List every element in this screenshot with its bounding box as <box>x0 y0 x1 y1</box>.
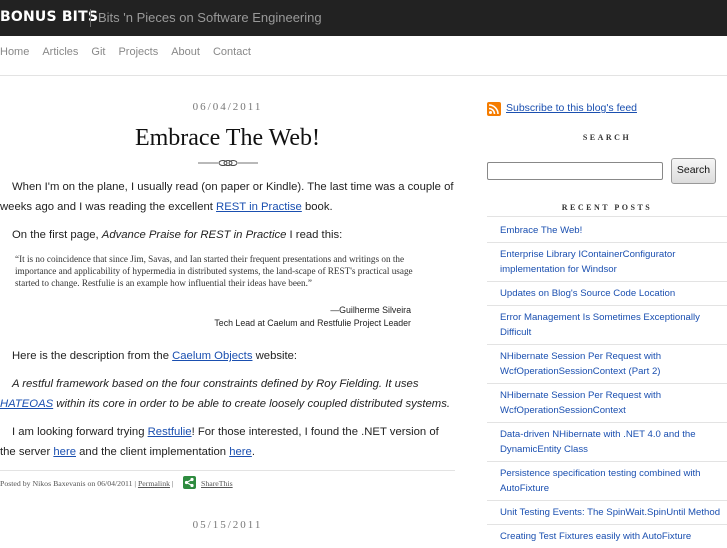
top-bar: BONUS BITS Bits 'n Pieces on Software En… <box>0 0 727 36</box>
post-meta-text: Posted by Nikos Baxevanis on 06/04/2011 … <box>0 479 138 488</box>
p2-text: On the first page, <box>12 229 102 241</box>
p3-text-end: website: <box>252 350 298 362</box>
recent-post-item[interactable]: NHibernate Session Per Request with WcfO… <box>487 383 727 422</box>
post-paragraph-1: When I'm on the plane, I usually read (o… <box>0 177 455 217</box>
p2-text-end: I read this: <box>286 229 343 241</box>
brand-divider <box>90 9 91 27</box>
nav-home[interactable]: Home <box>0 46 29 58</box>
subscribe-feed-link[interactable]: Subscribe to this blog's feed <box>506 102 637 114</box>
share-icon[interactable] <box>183 476 196 489</box>
post-footer-divider <box>0 470 455 471</box>
p1-text-end: book. <box>301 201 333 213</box>
rss-icon[interactable] <box>487 102 501 116</box>
share-this-link[interactable]: ShareThis <box>201 479 233 488</box>
recent-post-item[interactable]: Persistence specification testing combin… <box>487 461 727 500</box>
quote-author: —Guilherme Silveira <box>330 305 411 315</box>
client-here-link[interactable]: here <box>229 446 252 458</box>
recent-post-item[interactable]: Enterprise Library IContainerConfigurato… <box>487 242 727 281</box>
nav-divider <box>0 75 727 76</box>
caelum-objects-link[interactable]: Caelum Objects <box>172 350 252 362</box>
main-nav: Home Articles Git Projects About Contact <box>0 46 264 58</box>
recent-post-item[interactable]: Creating Test Fixtures easily with AutoF… <box>487 524 727 548</box>
recent-post-item[interactable]: NHibernate Session Per Request with WcfO… <box>487 344 727 383</box>
post-paragraph-5: I am looking forward trying Restfulie! F… <box>0 422 455 462</box>
nav-git[interactable]: Git <box>91 46 105 58</box>
recent-post-item[interactable]: Updates on Blog's Source Code Location <box>487 281 727 305</box>
post-paragraph-3: Here is the description from the Caelum … <box>0 346 455 366</box>
site-tagline: Bits 'n Pieces on Software Engineering <box>98 10 322 25</box>
nav-projects[interactable]: Projects <box>118 46 158 58</box>
p5-text: I am looking forward trying <box>12 426 148 438</box>
post-paragraph-4: A restful framework based on the four co… <box>0 374 455 414</box>
quote-author-role: Tech Lead at Caelum and Restfulie Projec… <box>214 318 411 328</box>
search-heading: SEARCH <box>582 133 632 142</box>
restfulie-link[interactable]: Restfulie <box>148 426 192 438</box>
p5-text-end: . <box>251 446 255 458</box>
praise-quote: “It is no coincidence that since Jim, Sa… <box>15 254 413 288</box>
permalink-link[interactable]: Permalink <box>138 479 170 488</box>
post-title[interactable]: Embrace The Web! <box>0 125 455 152</box>
p4-text: A restful framework based on the four co… <box>12 378 419 390</box>
next-post-date: 05/15/2011 <box>192 519 263 531</box>
ornament-divider-icon <box>198 160 258 166</box>
post-paragraph-2: On the first page, Advance Praise for RE… <box>0 225 455 245</box>
search-input[interactable] <box>487 162 663 180</box>
nav-contact[interactable]: Contact <box>213 46 251 58</box>
recent-post-item[interactable]: Embrace The Web! <box>487 216 727 242</box>
p3-text: Here is the description from the <box>12 350 173 362</box>
recent-posts-heading: RECENT POSTS <box>561 203 653 212</box>
search-button[interactable]: Search <box>671 158 716 184</box>
nav-about[interactable]: About <box>171 46 200 58</box>
server-here-link[interactable]: here <box>53 446 76 458</box>
p2-emphasis: Advance Praise for REST in Practice <box>101 229 287 241</box>
p4-text-end: within its core in order to be able to c… <box>53 398 451 410</box>
recent-post-item[interactable]: Unit Testing Events: The SpinWait.SpinUn… <box>487 500 727 524</box>
site-brand[interactable]: BONUS BITS <box>0 9 98 25</box>
nav-articles[interactable]: Articles <box>42 46 78 58</box>
p5-text-mid2: and the client implementation <box>76 446 230 458</box>
recent-post-item[interactable]: Error Management Is Sometimes Exceptiona… <box>487 305 727 344</box>
post-date: 06/04/2011 <box>192 101 263 113</box>
recent-posts-list: Embrace The Web! Enterprise Library ICon… <box>487 216 727 548</box>
hateoas-link[interactable]: HATEOAS <box>0 398 53 410</box>
post-meta: Posted by Nikos Baxevanis on 06/04/2011 … <box>0 479 174 488</box>
rest-in-practise-link[interactable]: REST in Practise <box>216 201 302 213</box>
meta-separator: | <box>170 479 174 488</box>
recent-post-item[interactable]: Data-driven NHibernate with .NET 4.0 and… <box>487 422 727 461</box>
